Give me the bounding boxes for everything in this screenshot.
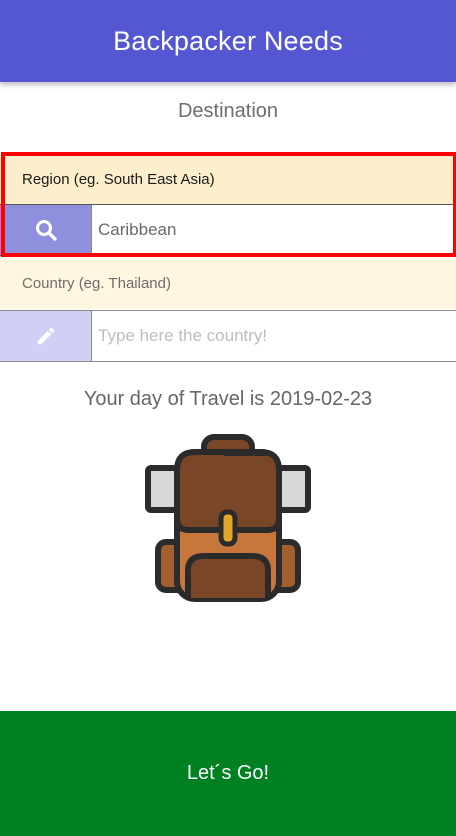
country-label: Country (eg. Thailand) xyxy=(0,258,456,309)
lets-go-button[interactable]: Let´s Go! xyxy=(0,711,456,836)
app-screen: Backpacker Needs Destination Region (eg.… xyxy=(0,0,456,836)
travel-day-text: Your day of Travel is 2019-02-23 xyxy=(83,388,373,410)
search-icon xyxy=(35,220,57,241)
region-input[interactable]: Caribbean xyxy=(91,205,456,255)
region-label: Region (eg. South East Asia) xyxy=(0,154,456,205)
country-edit-button[interactable] xyxy=(0,311,91,361)
country-input-row: Type here the country! xyxy=(0,310,456,362)
pencil-icon xyxy=(37,327,54,345)
app-bar: Backpacker Needs xyxy=(0,0,456,82)
backpack-icon xyxy=(145,434,311,602)
country-input[interactable]: Type here the country! xyxy=(91,311,456,361)
app-title: Backpacker Needs xyxy=(113,25,343,56)
region-search-button[interactable] xyxy=(0,205,91,255)
destination-heading: Destination xyxy=(177,100,279,122)
region-input-row: Caribbean xyxy=(0,204,456,256)
